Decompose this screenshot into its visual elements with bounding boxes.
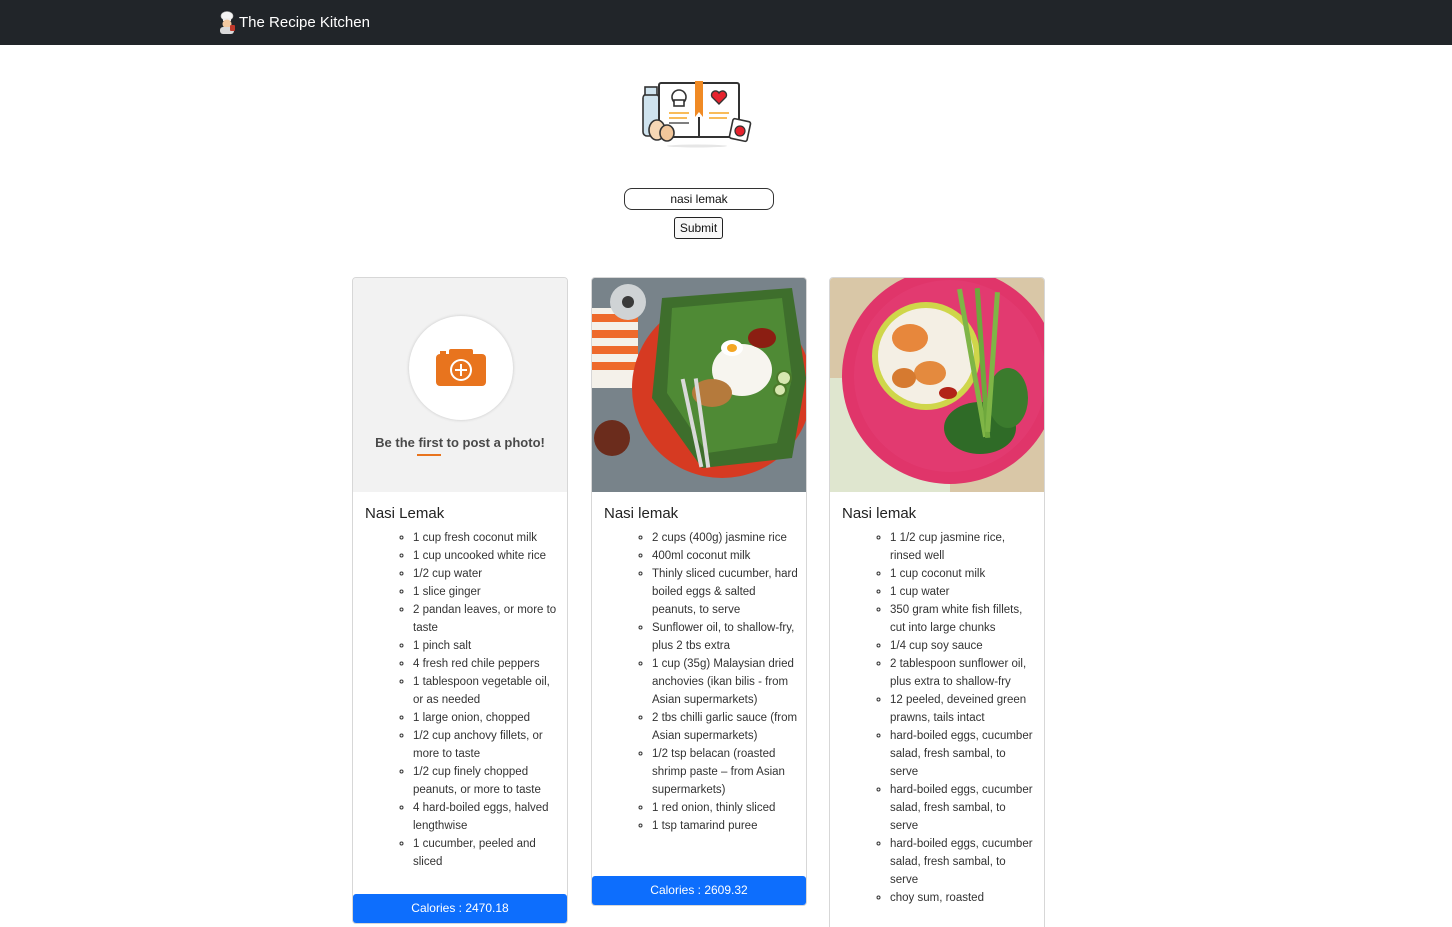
ingredient-item: 2 pandan leaves, or more to taste bbox=[413, 601, 559, 637]
recipe-title: Nasi lemak bbox=[604, 505, 679, 522]
ingredient-item: 2 tbs chilli garlic sauce (from Asian su… bbox=[652, 709, 798, 745]
recipe-card: Be the first to post a photo! Nasi Lemak… bbox=[352, 277, 568, 924]
ingredient-item: 2 tablespoon sunflower oil, plus extra t… bbox=[890, 655, 1036, 691]
ingredient-item: 1 red onion, thinly sliced bbox=[652, 799, 798, 817]
ingredient-item: hard-boiled eggs, cucumber salad, fresh … bbox=[890, 835, 1036, 889]
recipe-title: Nasi Lemak bbox=[365, 505, 445, 522]
recipe-title: Nasi lemak bbox=[842, 505, 917, 522]
calories-button[interactable]: Calories : 2609.32 bbox=[592, 876, 806, 905]
ingredient-item: 1 cup (35g) Malaysian dried anchovies (i… bbox=[652, 655, 798, 709]
ingredient-item: 1/2 cup anchovy fillets, or more to tast… bbox=[413, 727, 559, 763]
brand-title: The Recipe Kitchen bbox=[239, 13, 370, 31]
ingredient-item: 1 cup uncooked white rice bbox=[413, 547, 559, 565]
recipe-search-input[interactable] bbox=[624, 188, 774, 210]
ingredient-item: 1 large onion, chopped bbox=[413, 709, 559, 727]
ingredient-item: 1 cup water bbox=[890, 583, 1036, 601]
recipe-image-placeholder: Be the first to post a photo! bbox=[353, 278, 567, 492]
ingredient-item: 1 slice ginger bbox=[413, 583, 559, 601]
ingredient-item: 1/2 tsp belacan (roasted shrimp paste – … bbox=[652, 745, 798, 799]
ingredient-item: 12 peeled, deveined green prawns, tails … bbox=[890, 691, 1036, 727]
recipe-card: Nasi lemak 2 cups (400g) jasmine rice 40… bbox=[591, 277, 807, 906]
chef-logo-icon bbox=[216, 10, 238, 34]
ingredient-item: 1 tablespoon vegetable oil, or as needed bbox=[413, 673, 559, 709]
ingredient-item: hard-boiled eggs, cucumber salad, fresh … bbox=[890, 781, 1036, 835]
ingredient-item: 4 hard-boiled eggs, halved lengthwise bbox=[413, 799, 559, 835]
brand-link[interactable]: The Recipe Kitchen bbox=[216, 9, 370, 35]
top-navbar: The Recipe Kitchen bbox=[0, 0, 1452, 45]
calories-button[interactable]: Calories : 2470.18 bbox=[353, 894, 567, 923]
ingredient-item: 1 1/2 cup jasmine rice, rinsed well bbox=[890, 529, 1036, 565]
camera-plus-icon bbox=[436, 349, 486, 386]
ingredient-item: 2 cups (400g) jasmine rice bbox=[652, 529, 798, 547]
ingredient-item: 1/2 cup water bbox=[413, 565, 559, 583]
placeholder-text: Be the first to post a photo! bbox=[375, 435, 545, 450]
ingredient-list: 1 cup fresh coconut milk 1 cup uncooked … bbox=[375, 529, 559, 871]
recipe-photo bbox=[592, 278, 806, 492]
ingredient-item: 1 pinch salt bbox=[413, 637, 559, 655]
ingredient-list: 2 cups (400g) jasmine rice 400ml coconut… bbox=[614, 529, 798, 835]
ingredient-item: Sunflower oil, to shallow-fry, plus 2 tb… bbox=[652, 619, 798, 655]
ingredient-list: 1 1/2 cup jasmine rice, rinsed well 1 cu… bbox=[852, 529, 1036, 907]
ingredient-item: 350 gram white fish fillets, cut into la… bbox=[890, 601, 1036, 637]
ingredient-item: 1 cucumber, peeled and sliced bbox=[413, 835, 559, 871]
submit-button[interactable]: Submit bbox=[674, 217, 723, 239]
ingredient-item: 1 cup fresh coconut milk bbox=[413, 529, 559, 547]
ingredient-item: 1/4 cup soy sauce bbox=[890, 637, 1036, 655]
ingredient-item: 4 fresh red chile peppers bbox=[413, 655, 559, 673]
ingredient-item: Thinly sliced cucumber, hard boiled eggs… bbox=[652, 565, 798, 619]
ingredient-item: 1 cup coconut milk bbox=[890, 565, 1036, 583]
cookbook-illustration-icon bbox=[639, 78, 755, 150]
ingredient-item: 1 tsp tamarind puree bbox=[652, 817, 798, 835]
recipe-photo bbox=[830, 278, 1044, 492]
ingredient-item: choy sum, roasted bbox=[890, 889, 1036, 907]
ingredient-item: 1/2 cup finely chopped peanuts, or more … bbox=[413, 763, 559, 799]
placeholder-underline bbox=[417, 454, 441, 456]
ingredient-item: 400ml coconut milk bbox=[652, 547, 798, 565]
add-photo-button[interactable] bbox=[409, 316, 513, 420]
recipe-card: Nasi lemak 1 1/2 cup jasmine rice, rinse… bbox=[829, 277, 1045, 927]
ingredient-item: hard-boiled eggs, cucumber salad, fresh … bbox=[890, 727, 1036, 781]
